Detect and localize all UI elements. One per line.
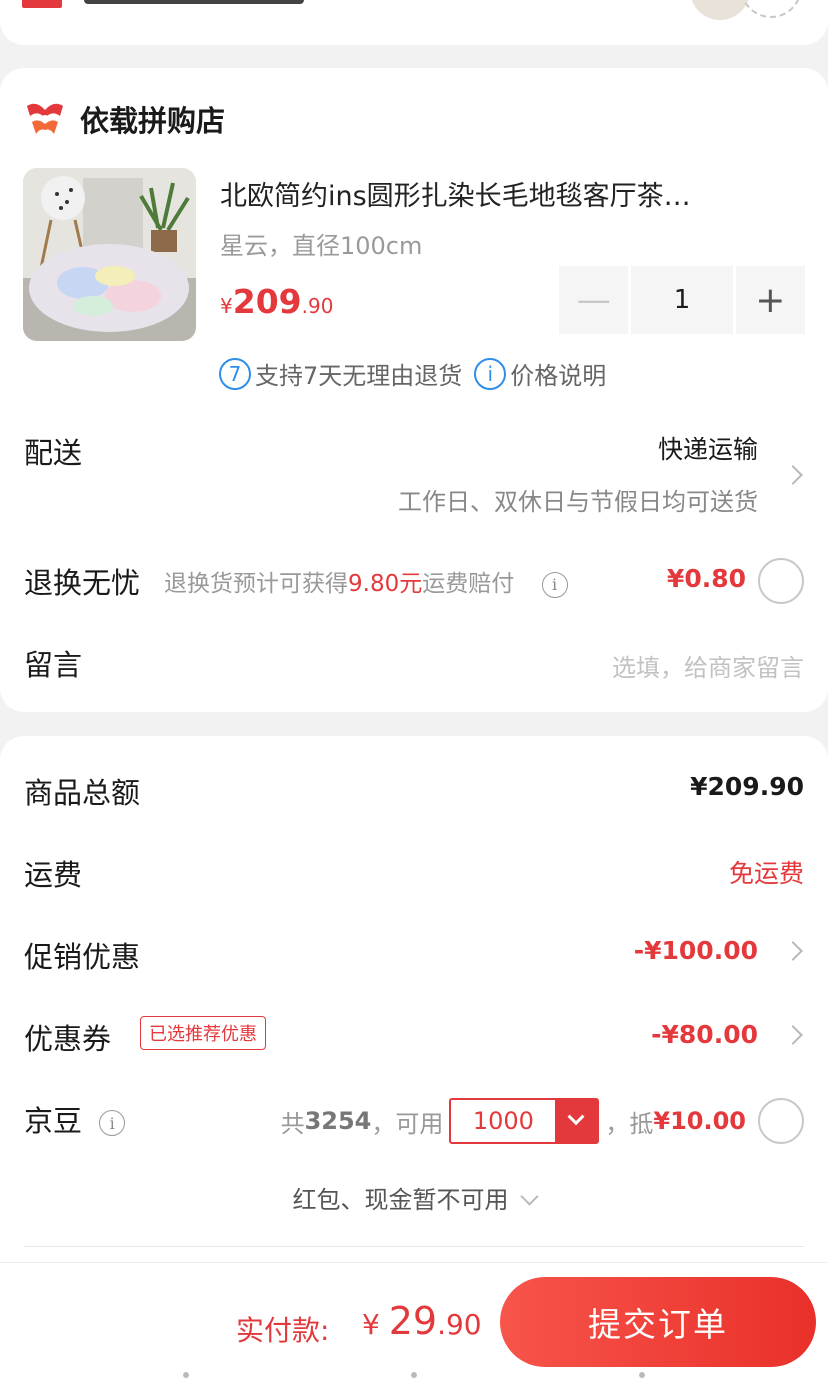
shipping-value: 免运费 [728,859,804,888]
page-dot [183,1372,189,1378]
cut-off-logo [22,0,62,8]
beans-deduct-value: ¥10.00 [653,1107,746,1135]
divider [24,1246,804,1247]
product-image[interactable] [23,168,196,341]
message-label: 留言 [24,648,83,682]
submit-order-button[interactable]: 提交订单 [500,1277,816,1367]
chevron-down-icon[interactable] [555,1100,598,1142]
jd-beans-text: 京豆 [24,1104,83,1138]
pay-label: 实付款: [236,1314,330,1347]
goods-total-label: 商品总额 [24,776,141,810]
info-icon: i [474,357,507,390]
message-input[interactable]: 选填，给商家留言 [612,648,804,683]
promotion-value[interactable]: -¥100.00 [634,936,758,965]
checkout-bar: 实付款: ¥ 29.90 提交订单 [0,1262,828,1380]
price-explanation-link[interactable]: 价格说明 [510,356,606,391]
cut-off-circle [740,0,802,18]
quantity-stepper: — 1 + [559,266,805,334]
seven-day-return-icon: 7 [219,357,251,390]
shop-bow-icon [27,103,63,134]
return-desc-pre: 退换货预计可获得 [164,571,348,597]
redpack-text: 红包、现金暂不可用 [292,1186,509,1214]
quantity-input[interactable]: 1 [631,266,733,334]
product-title[interactable]: 北欧简约ins圆形扎染长毛地毯客厅茶… [220,174,790,213]
beans-select[interactable]: 1000 [449,1098,600,1144]
chevron-right-icon[interactable] [783,941,803,961]
return-insurance-price: ¥0.80 [666,564,746,593]
beans-selected-value[interactable]: 1000 [451,1100,555,1142]
page-dot [411,1372,417,1378]
delivery-label: 配送 [24,436,83,470]
jd-beans-radio[interactable] [758,1098,804,1144]
pay-currency: ¥ [362,1308,389,1341]
previous-section-card [0,0,828,45]
return-desc-post: 运费赔付 [422,571,515,597]
return-policy-text[interactable]: 支持7天无理由退货 [255,356,462,391]
product-price: ¥209.90 [220,282,333,321]
coupon-tag: 已选推荐优惠 [140,1016,266,1050]
chevron-right-icon[interactable] [783,465,803,485]
increase-button[interactable]: + [735,266,805,334]
beans-available-text: ，可用 [371,1109,444,1138]
beans-total: 3254 [304,1107,372,1135]
chevron-right-icon[interactable] [783,1025,803,1045]
price-decimal: .90 [301,294,334,318]
shop-order-card: 依载拼购店 北欧简约ins圆形扎染长毛地毯客厅茶… 星云，直径100cm ¥20… [0,68,828,712]
return-desc-amount: 9.80元 [348,571,423,597]
redpack-toggle[interactable]: 红包、现金暂不可用 [0,1180,828,1215]
jd-beans-label: 京豆 i [24,1098,126,1140]
price-integer: 209 [232,282,302,321]
product-spec[interactable]: 星云，直径100cm [220,226,422,261]
decrease-button[interactable]: — [559,266,629,334]
pay-decimal: .90 [437,1308,482,1341]
beans-deduct-pre: ，抵 [605,1109,654,1138]
beans-total-pre: 共 [280,1109,305,1138]
shop-name: 依载拼购店 [80,104,226,138]
return-insurance-label: 退换无忧 [24,566,141,600]
return-insurance-radio[interactable] [758,558,804,604]
coupon-label: 优惠券 [24,1022,112,1056]
coupon-value[interactable]: -¥80.00 [651,1020,758,1049]
promotion-label: 促销优惠 [24,940,141,974]
page-dot [639,1372,645,1378]
rug-photo-icon [23,168,196,341]
info-circle-icon[interactable]: i [541,571,568,598]
jd-beans-control: 共 3254 ，可用 1000 ，抵 ¥10.00 [281,1098,746,1144]
chevron-down-icon [519,1187,539,1206]
pay-amount: ¥ 29.90 [362,1299,482,1343]
service-policies: 7 支持7天无理由退货 i 价格说明 [219,356,606,391]
shipping-label: 运费 [24,858,83,892]
shop-header[interactable]: 依载拼购店 [24,98,225,140]
cut-off-text [84,0,304,4]
delivery-note[interactable]: 工作日、双休日与节假日均可送货 [398,482,758,517]
price-currency: ¥ [220,294,233,318]
return-insurance-desc: 退换货预计可获得9.80元运费赔付 i [164,564,568,598]
info-circle-icon[interactable]: i [99,1110,126,1136]
price-summary-card: 商品总额 ¥209.90 运费 免运费 促销优惠 -¥100.00 优惠券 已选… [0,736,828,1296]
delivery-method[interactable]: 快递运输 [658,430,758,466]
cut-off-avatar [690,0,750,20]
pay-integer: 29 [388,1299,438,1343]
goods-total-value: ¥209.90 [690,772,804,801]
